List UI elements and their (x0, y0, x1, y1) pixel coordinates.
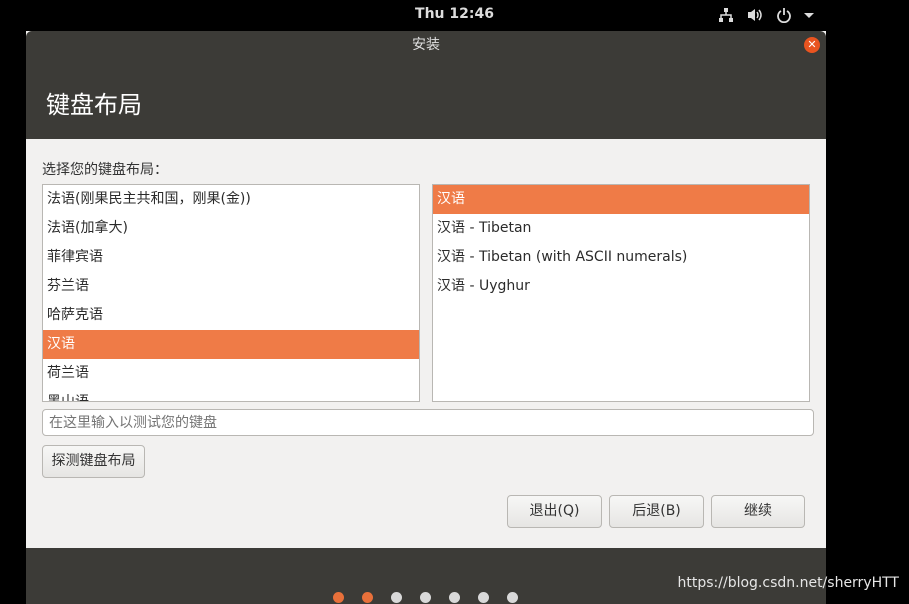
close-button[interactable]: ✕ (804, 37, 820, 53)
progress-dot (449, 592, 460, 603)
list-item[interactable]: 芬兰语 (43, 272, 419, 301)
list-item[interactable]: 法语(刚果民主共和国，刚果(金)) (43, 185, 419, 214)
progress-dot (362, 592, 373, 603)
progress-dot (478, 592, 489, 603)
page-header: 键盘布局 (26, 59, 826, 139)
quit-button[interactable]: 退出(Q) (507, 495, 602, 528)
progress-dot (420, 592, 431, 603)
system-tray[interactable] (718, 7, 814, 23)
list-item[interactable]: 黑山语 (43, 388, 419, 401)
top-bar: Thu 12:46 (0, 0, 909, 31)
detect-layout-button[interactable]: 探测键盘布局 (42, 445, 145, 478)
list-item[interactable]: 荷兰语 (43, 359, 419, 388)
window-title: 安装 (412, 37, 440, 53)
list-item-selected[interactable]: 汉语 (433, 185, 809, 214)
keyboard-test-input[interactable] (42, 409, 814, 436)
progress-dot (507, 592, 518, 603)
back-button[interactable]: 后退(B) (609, 495, 704, 528)
close-icon: ✕ (807, 38, 817, 51)
layout-prompt: 选择您的键盘布局： (42, 162, 168, 178)
progress-dot (391, 592, 402, 603)
continue-button[interactable]: 继续 (711, 495, 805, 528)
watermark: https://blog.csdn.net/sherryHTT (677, 575, 899, 591)
page-title: 键盘布局 (46, 91, 142, 119)
list-item[interactable]: 哈萨克语 (43, 301, 419, 330)
progress-dots (333, 592, 518, 603)
list-item[interactable]: 菲律宾语 (43, 243, 419, 272)
list-item[interactable]: 汉语 - Uyghur (433, 272, 809, 301)
installer-window: 安装 ✕ 键盘布局 选择您的键盘布局： 法语(刚果民主共和国，刚果(金)) 法语… (26, 31, 826, 548)
network-icon[interactable] (718, 7, 734, 23)
power-icon[interactable] (776, 7, 792, 23)
variant-list[interactable]: 汉语 汉语 - Tibetan 汉语 - Tibetan (with ASCII… (432, 184, 810, 402)
list-item[interactable]: 汉语 - Tibetan (with ASCII numerals) (433, 243, 809, 272)
volume-icon[interactable] (746, 7, 764, 23)
list-item-selected[interactable]: 汉语 (43, 330, 419, 359)
progress-dot (333, 592, 344, 603)
list-item[interactable]: 法语(加拿大) (43, 214, 419, 243)
language-list[interactable]: 法语(刚果民主共和国，刚果(金)) 法语(加拿大) 菲律宾语 芬兰语 哈萨克语 … (42, 184, 420, 402)
chevron-down-icon[interactable] (804, 7, 814, 23)
title-bar: 安装 ✕ (26, 31, 826, 59)
list-item[interactable]: 汉语 - Tibetan (433, 214, 809, 243)
